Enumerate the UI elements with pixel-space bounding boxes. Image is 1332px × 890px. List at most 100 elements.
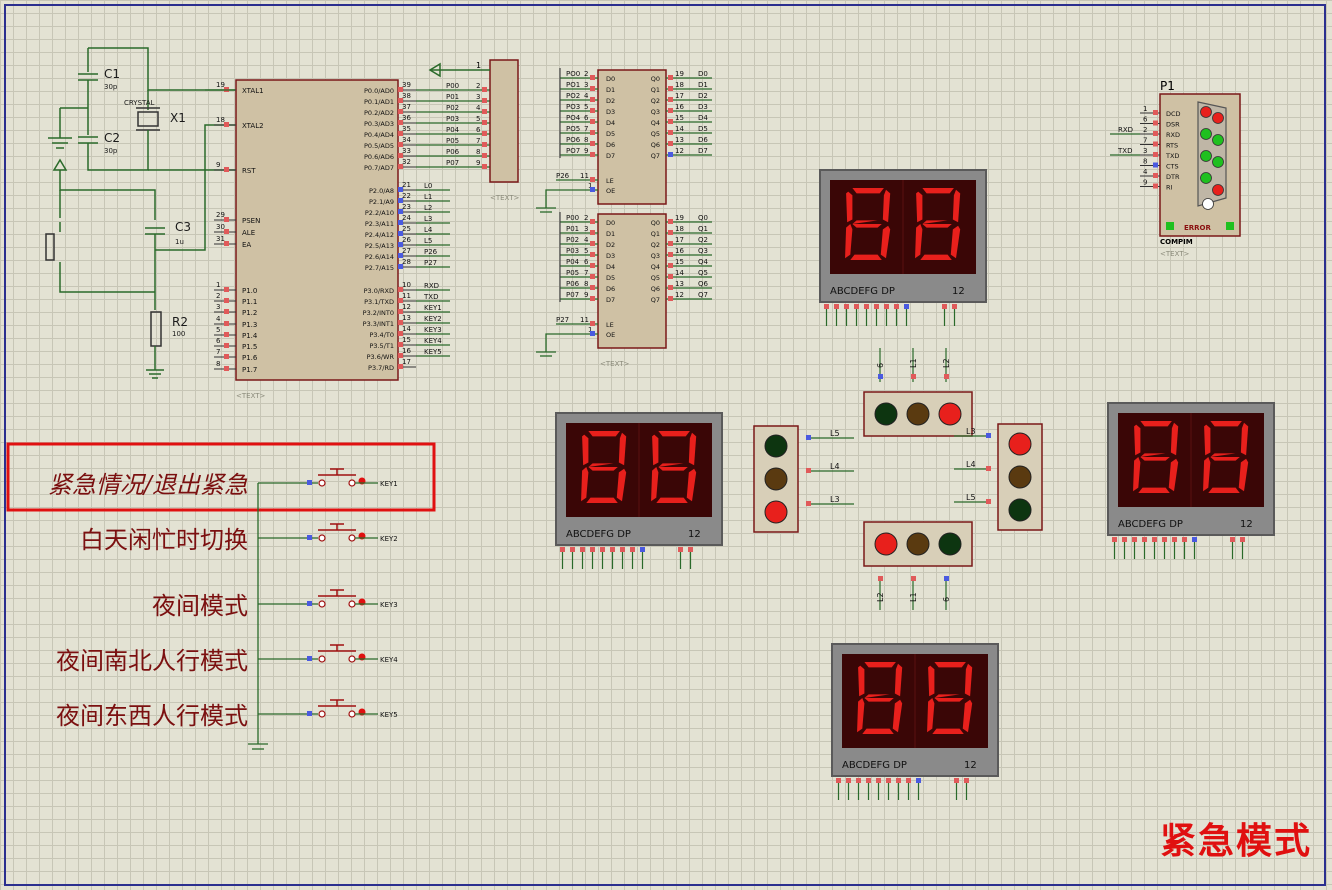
mcu-net-label: L0 — [424, 182, 432, 190]
display-pin-marker — [1132, 537, 1137, 542]
latch-out-net: D0 — [698, 70, 708, 78]
pullup-resistor-pack[interactable] — [489, 59, 519, 183]
traffic-pin-marker — [806, 435, 811, 440]
mcu-right-pin-num: 25 — [402, 225, 411, 233]
mcu-left-pin-num: 8 — [216, 360, 220, 368]
key-net-label: KEY2 — [380, 535, 398, 543]
traffic-lamp — [938, 532, 962, 556]
display-west: ABCDEFG DP 12 — [555, 412, 723, 569]
latch-out-num: 14 — [675, 269, 684, 277]
latch-in-net: PO4 — [566, 114, 581, 122]
display-pin-marker — [560, 547, 565, 552]
display-common-label: 12 — [964, 760, 977, 771]
latch-out-pin: Q6 — [651, 285, 660, 293]
latch-in-pin: D1 — [606, 230, 615, 238]
schematic-canvas[interactable]: C1 30p C2 30p CRYSTAL X1 C3 1u R2 100 19… — [0, 0, 1332, 890]
key-mode-label: 夜间东西人行模式 — [56, 702, 248, 730]
latch-in-num: 8 — [584, 136, 588, 144]
traffic-lamp — [1008, 465, 1032, 489]
latch-out-net: D4 — [698, 114, 708, 122]
mcu-net-label: P04 — [446, 126, 460, 134]
compim-txd-net: TXD — [1117, 147, 1132, 155]
latch-in-num: 5 — [584, 103, 588, 111]
latch-out-net: Q1 — [698, 225, 708, 233]
display-pin-marker — [884, 304, 889, 309]
traffic-pin-label: L4 — [966, 460, 976, 469]
mcu-pin-marker — [224, 167, 229, 172]
mcu-right-pin-num: 24 — [402, 214, 411, 222]
mode-label: 紧急模式 — [1159, 821, 1312, 862]
mcu-left-pin-num: 9 — [216, 161, 220, 169]
traffic-pin-label: L4 — [830, 462, 840, 471]
latch-out-net: Q0 — [698, 214, 708, 222]
mcu-left-pin-num: 19 — [216, 81, 225, 89]
mcu-right-pin-num: 12 — [402, 303, 411, 311]
display-pin-marker — [570, 547, 575, 552]
key-contact — [348, 534, 356, 542]
latch-in-num: 6 — [584, 258, 589, 266]
mcu-right-pin-num: 23 — [402, 203, 411, 211]
latch-pin-marker — [590, 119, 595, 124]
display-pin-marker — [1172, 537, 1177, 542]
pullup-pin-marker — [482, 98, 487, 103]
latch-out-pin: Q6 — [651, 141, 660, 149]
compim-pin-name: RXD — [1166, 131, 1180, 139]
compim-error: ERROR — [1184, 224, 1212, 232]
oscillator-circuit — [48, 47, 235, 171]
latch-in-pin: D7 — [606, 296, 615, 304]
latch-out-net: D7 — [698, 147, 708, 155]
mcu-net-label: KEY3 — [424, 326, 442, 334]
latch-in-num: 8 — [584, 280, 588, 288]
latch-pin-marker — [590, 274, 595, 279]
key-4: KEY4 夜间南北人行模式 — [56, 644, 398, 675]
display-pin-marker — [874, 304, 879, 309]
mcu-right-pin-num: 16 — [402, 347, 411, 355]
latch-pin-marker — [590, 241, 595, 246]
display-common-label: 12 — [952, 286, 965, 297]
pullup-pin-num: 7 — [476, 137, 480, 145]
latch-in-pin: D4 — [606, 263, 615, 271]
latch-pin-marker — [668, 274, 673, 279]
latch-out-pin: Q1 — [651, 86, 660, 94]
latch-out-net: Q7 — [698, 291, 708, 299]
traffic-lamp — [938, 402, 962, 426]
latch-pin-marker — [590, 321, 595, 326]
traffic-pin-marker — [944, 374, 949, 379]
pullup-pin-1: 1 — [476, 61, 481, 70]
display-pin-marker — [600, 547, 605, 552]
traffic-lamp — [764, 467, 788, 491]
traffic-pin-label: L3 — [966, 427, 976, 436]
traffic-pin-label: 6 — [876, 363, 885, 368]
display-pin-marker — [640, 547, 645, 552]
key-pin-marker — [307, 711, 312, 716]
latch-out-pin: Q4 — [651, 119, 660, 127]
latch-out-pin: Q2 — [651, 241, 660, 249]
latch-pin-marker — [668, 230, 673, 235]
mcu-left-pin-name: PSEN — [242, 217, 260, 225]
compim-text-tag: <TEXT> — [1160, 250, 1190, 258]
mcu-pin-marker — [224, 287, 229, 292]
mcu-right-pin-num: 28 — [402, 258, 411, 266]
latch-le-label: LE — [606, 177, 614, 185]
mcu-net-label: KEY4 — [424, 337, 442, 345]
key-net-label: KEY3 — [380, 601, 398, 609]
traffic-pin-marker — [911, 374, 916, 379]
latch-pin-marker — [590, 230, 595, 235]
latch-in-num: 3 — [584, 225, 588, 233]
display-pin-marker — [904, 304, 909, 309]
traffic-pin-marker — [986, 466, 991, 471]
db9-led — [1200, 106, 1212, 118]
latch-out-net: Q4 — [698, 258, 709, 266]
mcu-net-label: P26 — [424, 248, 438, 256]
mcu-right-pin-num: 21 — [402, 181, 411, 189]
latch-in-num: 4 — [584, 92, 589, 100]
mcu-text-tag: <TEXT> — [236, 392, 266, 400]
traffic-lamp — [764, 434, 788, 458]
key-mode-label: 紧急情况/退出紧急 — [48, 471, 248, 499]
display-pin-marker — [1182, 537, 1187, 542]
traffic-pin-marker — [806, 468, 811, 473]
db9-led — [1200, 172, 1212, 184]
mcu-right-pin-name: P2.0/A8 — [369, 187, 394, 195]
latch-pin-marker — [590, 252, 595, 257]
mcu-left-pin-name: P1.6 — [242, 354, 258, 362]
